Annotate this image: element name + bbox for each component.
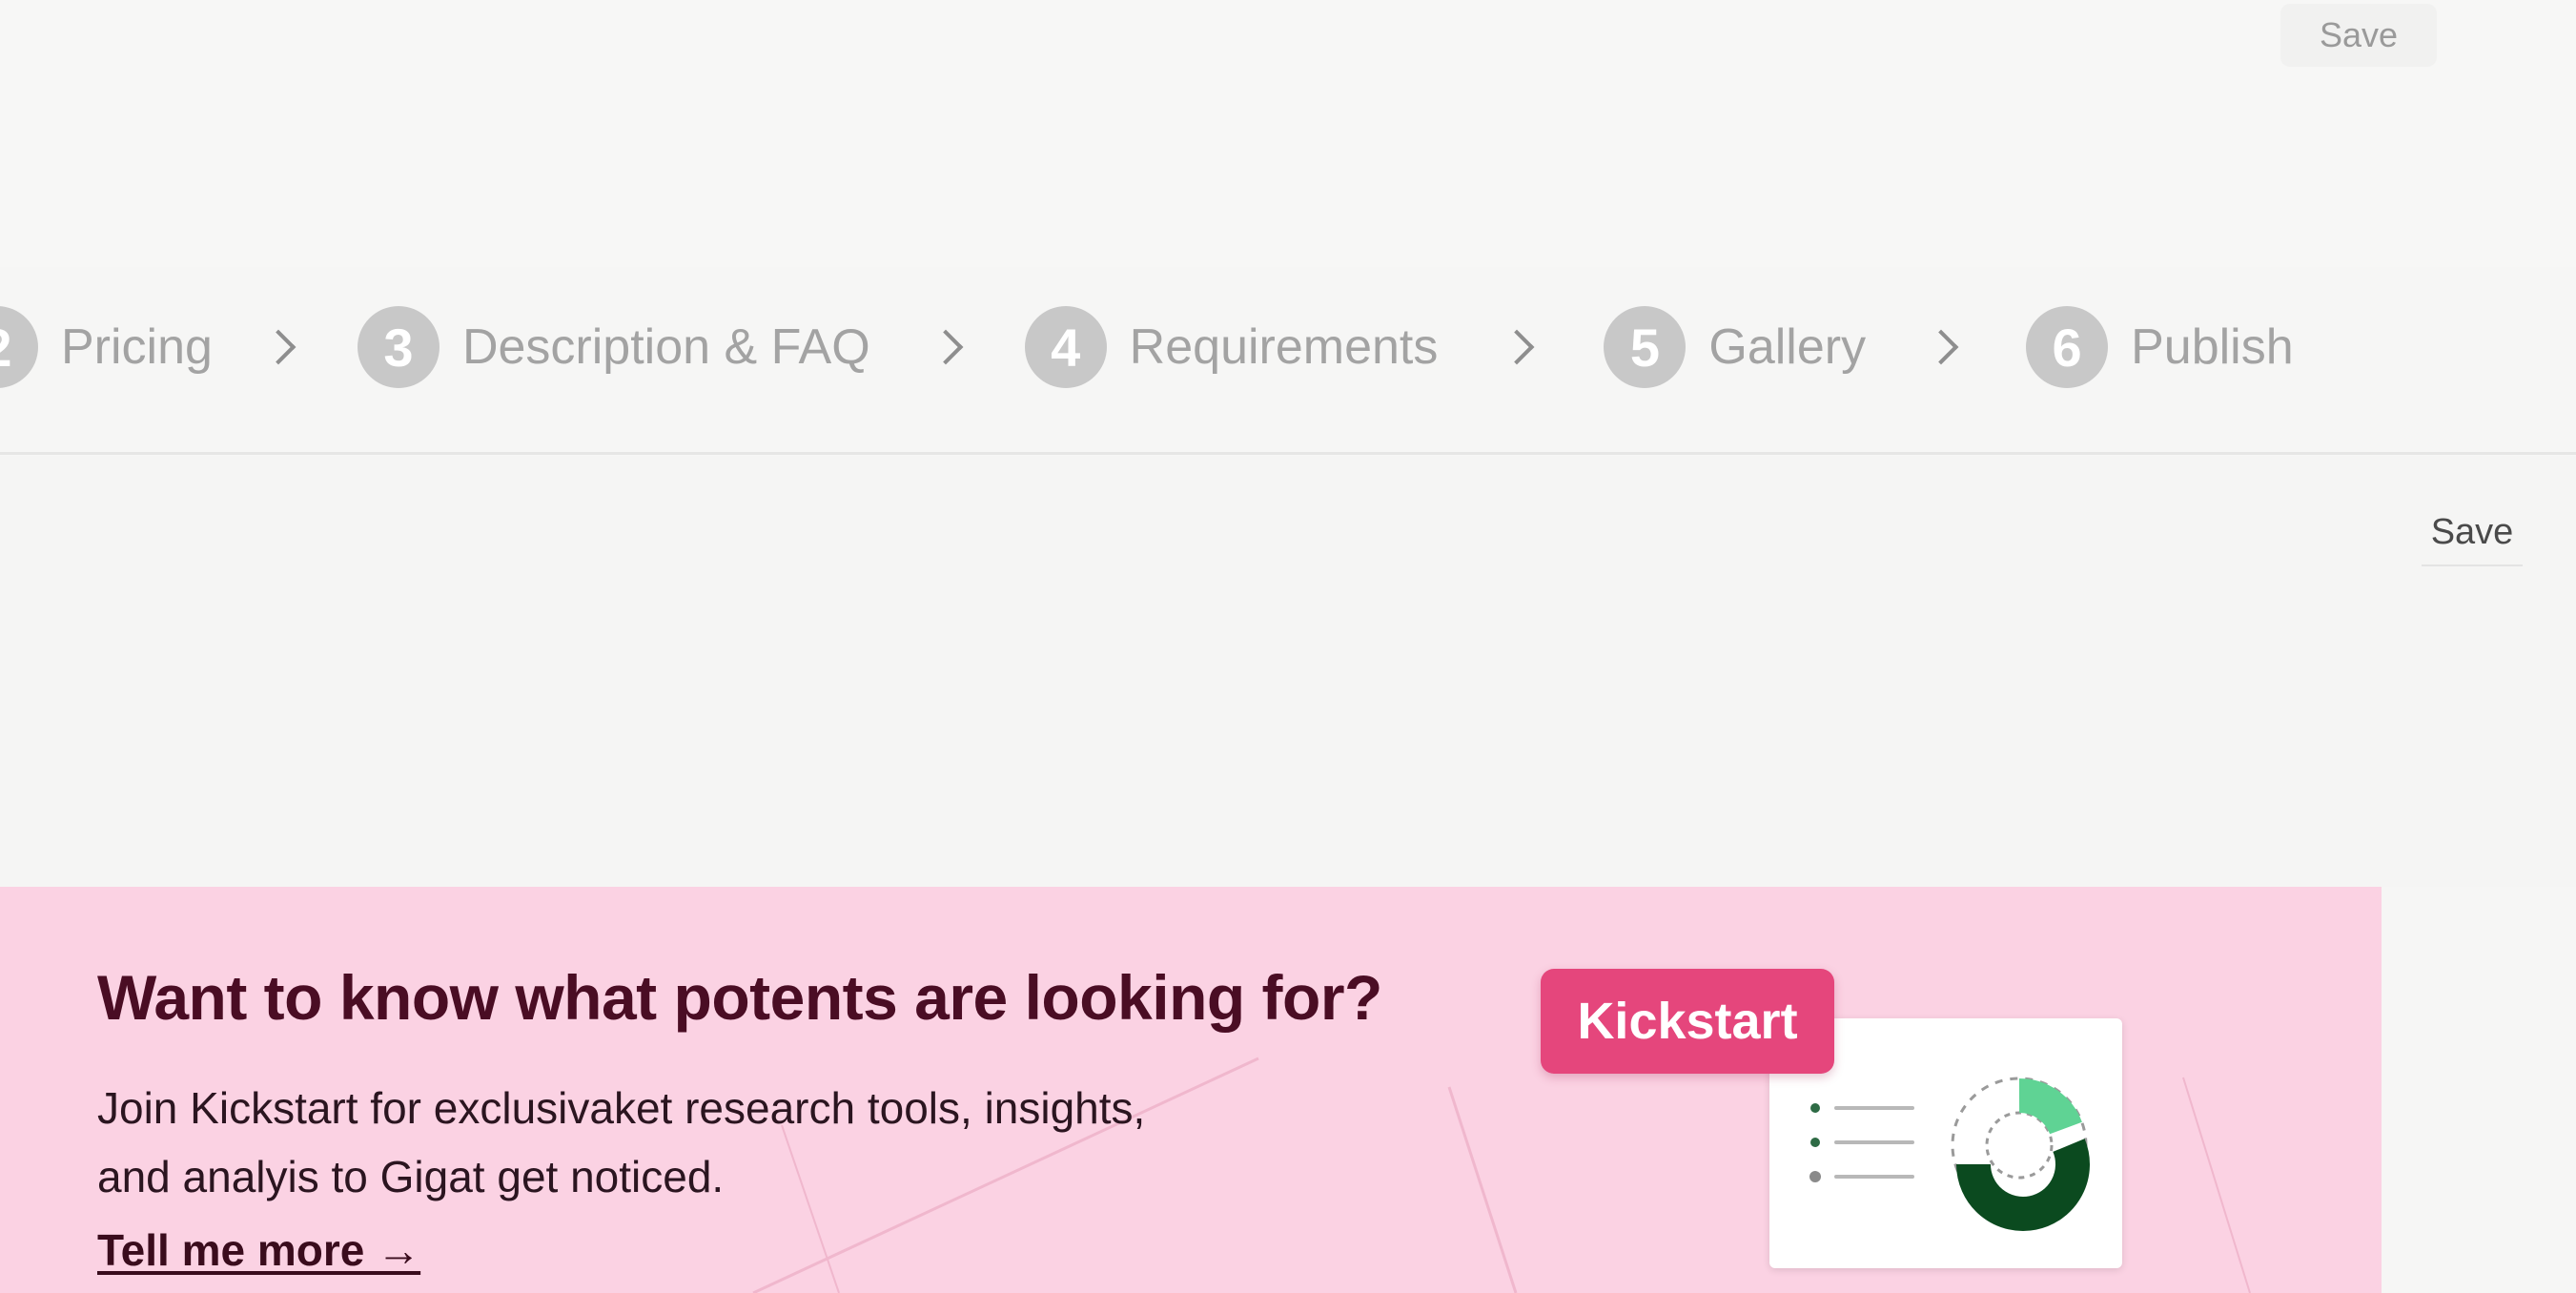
step-label: Pricing (61, 319, 213, 375)
step-publish[interactable]: 6 Publish (2026, 306, 2294, 388)
stepper-divider (0, 452, 2576, 455)
banner-description: Join Kickstart for exclusivaket research… (97, 1083, 1146, 1201)
step-description-faq[interactable]: 3 Description & FAQ (357, 306, 870, 388)
content-area (0, 456, 2576, 887)
kickstart-promo-banner: Want to know what potents are looking fo… (0, 887, 2382, 1293)
chevron-right-icon (260, 329, 296, 365)
step-requirements[interactable]: 4 Requirements (1024, 306, 1439, 388)
chevron-right-icon (1923, 329, 1959, 365)
step-number-badge: 4 (1024, 306, 1107, 388)
list-icon (1809, 1103, 1914, 1182)
step-gallery[interactable]: 5 Gallery (1604, 306, 1866, 388)
step-number-badge: 6 (2026, 306, 2109, 388)
chevron-right-icon (928, 329, 964, 365)
step-label: Publish (2131, 319, 2294, 375)
save-button[interactable]: Save (2422, 500, 2523, 566)
step-label: Description & FAQ (461, 319, 870, 375)
banner-title: Want to know what potents are looking fo… (97, 962, 1382, 1033)
donut-chart-icon (1951, 1077, 2090, 1231)
step-number-badge: 5 (1604, 306, 1687, 388)
step-number-badge: 3 (357, 306, 440, 388)
step-number-badge: 2 (0, 306, 38, 388)
kickstart-badge: Kickstart (1541, 969, 1834, 1074)
step-label: Requirements (1129, 319, 1439, 375)
save-button-top[interactable]: Save (2280, 4, 2437, 67)
step-label: Gallery (1708, 319, 1867, 375)
top-toolbar-area: Save (0, 0, 2576, 267)
progress-stepper: 2 Pricing 3 Description & FAQ 4 Requirem… (0, 301, 2294, 393)
tell-me-more-link[interactable]: Tell me more → (97, 1224, 420, 1276)
chevron-right-icon (1500, 329, 1535, 365)
step-pricing[interactable]: 2 Pricing (0, 306, 213, 388)
